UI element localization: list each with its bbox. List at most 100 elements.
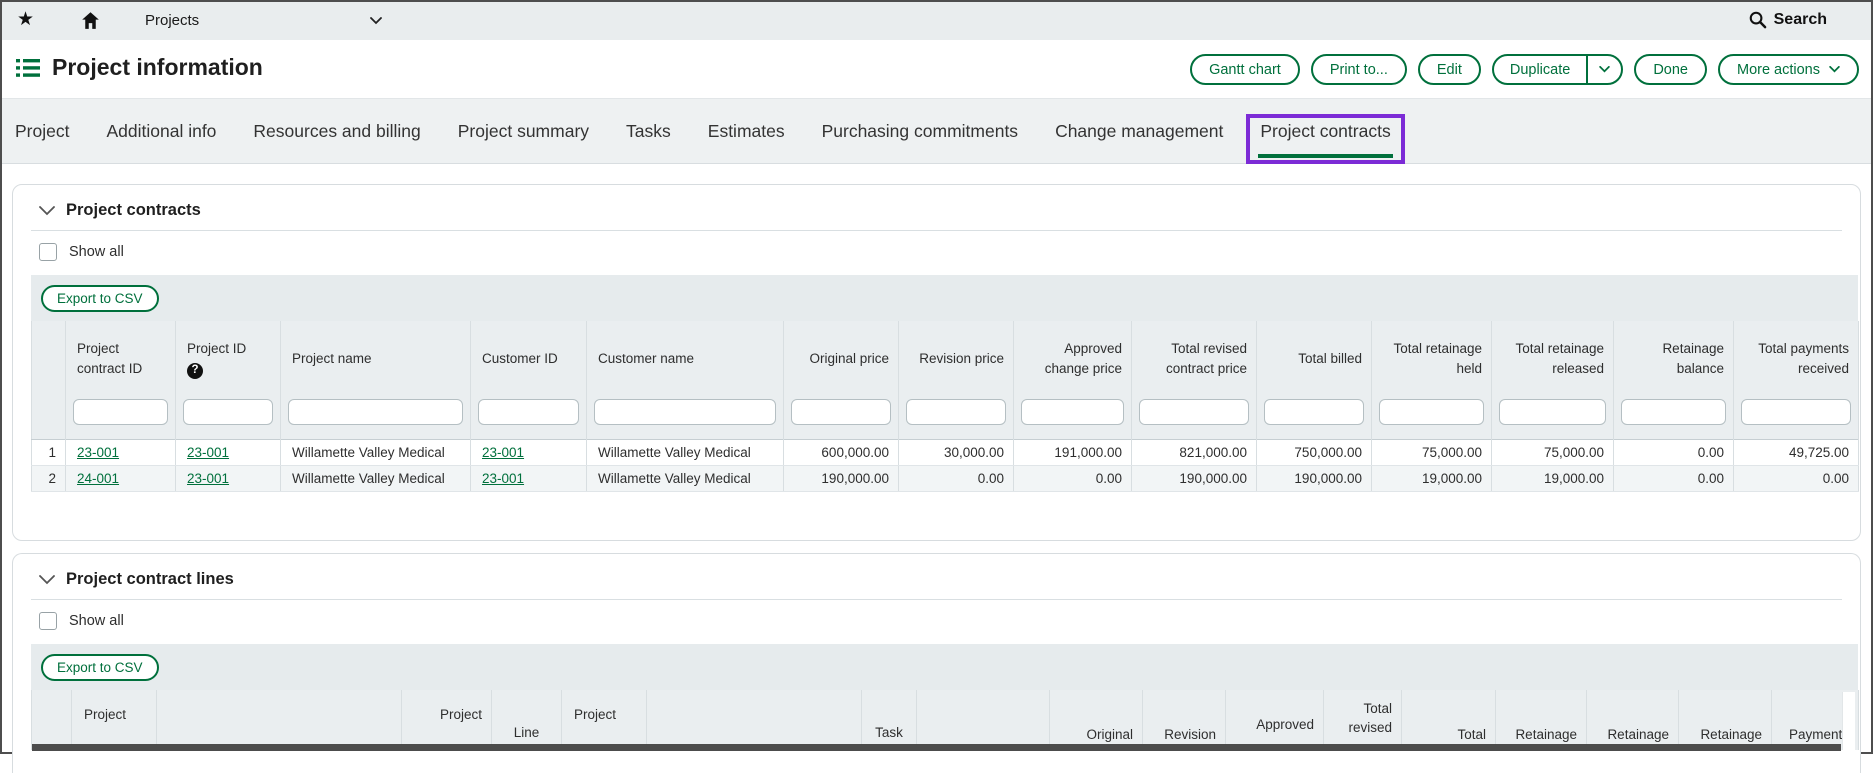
project-id-link[interactable]: 23-001 [187,471,229,486]
col-total: Total [1402,690,1496,750]
col-total-revised: Total revised [1324,690,1402,750]
section-header: Project contract lines [13,554,1860,599]
col-revision-price: Revision price [899,321,1014,440]
column-filter-input[interactable] [1379,399,1484,425]
retainage-balance-cell: 0.00 [1614,466,1734,492]
col-project-id: Project ID? [176,321,281,440]
chevron-down-icon[interactable] [370,17,382,25]
project-name-cell: Willamette Valley Medical [281,440,471,466]
column-filter-input[interactable] [791,399,891,425]
column-filter-input[interactable] [906,399,1006,425]
column-filter-input[interactable] [1621,399,1726,425]
global-search[interactable]: Search [1748,10,1827,29]
show-all-checkbox[interactable] [39,243,57,261]
table-row: 1 23-001 23-001 Willamette Valley Medica… [32,440,1859,466]
partial-header-row: Project Project Line Project Task Origin… [32,690,1859,750]
help-icon[interactable]: ? [187,363,203,379]
column-filter-input[interactable] [1264,399,1364,425]
total-billed-cell: 190,000.00 [1257,466,1372,492]
col-project-name: Project name [281,321,471,440]
column-filter-input[interactable] [1499,399,1606,425]
tab-project-contracts[interactable]: Project contracts [1260,99,1390,163]
row-number: 2 [32,466,66,492]
more-actions-button[interactable]: More actions [1718,54,1859,85]
project-id-link[interactable]: 23-001 [187,445,229,460]
col-retainage-3: Retainage [1679,690,1772,750]
duplicate-button-label[interactable]: Duplicate [1494,62,1586,78]
tab-project[interactable]: Project [15,99,69,163]
horizontal-scrollbar[interactable] [32,744,1841,751]
record-list-icon[interactable] [16,58,40,78]
column-filter-input[interactable] [288,399,463,425]
show-all-label: Show all [69,244,124,260]
tab-estimates[interactable]: Estimates [708,99,785,163]
row-number: 1 [32,440,66,466]
home-icon[interactable] [80,10,101,31]
module-selector-label[interactable]: Projects [145,12,199,29]
section-title: Project contracts [66,201,201,220]
col-total-retainage-held: Total retainage held [1372,321,1492,440]
row-number-header [32,321,66,440]
col-project: Project [402,690,492,750]
contracts-table: Project contract ID Project ID? Project … [31,321,1859,492]
show-all-checkbox[interactable] [39,612,57,630]
customer-id-link[interactable]: 23-001 [482,445,524,460]
total-retainage-released-cell: 19,000.00 [1492,466,1614,492]
col-total-revised-contract-price: Total revised contract price [1132,321,1257,440]
export-to-csv-button[interactable]: Export to CSV [41,654,159,681]
customer-name-cell: Willamette Valley Medical [587,466,784,492]
show-all-label: Show all [69,613,124,629]
collapse-chevron-icon[interactable] [39,206,55,216]
col-customer-id: Customer ID [471,321,587,440]
approved-change-price-cell: 0.00 [1014,466,1132,492]
top-navigation-bar: ★ Projects Search [2,2,1871,40]
total-retainage-released-cell: 75,000.00 [1492,440,1614,466]
column-filter-input[interactable] [1021,399,1124,425]
column-filter-input[interactable] [73,399,168,425]
show-all-control: Show all [39,612,1842,630]
tab-purchasing-commitments[interactable]: Purchasing commitments [822,99,1018,163]
grid-toolbar: Export to CSV [31,275,1858,321]
vertical-scrollbar-track[interactable] [1842,692,1855,750]
duplicate-split-button[interactable]: Duplicate [1492,54,1623,85]
col-customer-name: Customer name [587,321,784,440]
table-row: 2 24-001 23-001 Willamette Valley Medica… [32,466,1859,492]
col-project-contract-id: Project contract ID [66,321,176,440]
column-filter-input[interactable] [478,399,579,425]
tab-additional-info[interactable]: Additional info [106,99,216,163]
col-original-price: Original price [784,321,899,440]
tab-tasks[interactable]: Tasks [626,99,671,163]
done-button[interactable]: Done [1634,54,1707,85]
divider [31,599,1842,600]
section-header: Project contracts [13,185,1860,230]
total-retainage-held-cell: 19,000.00 [1372,466,1492,492]
edit-button[interactable]: Edit [1418,54,1481,85]
column-header-row: Project contract ID Project ID? Project … [32,321,1859,440]
column-filter-input[interactable] [1139,399,1249,425]
tab-resources-and-billing[interactable]: Resources and billing [253,99,420,163]
gantt-chart-button[interactable]: Gantt chart [1190,54,1300,85]
page-header: Project information Gantt chart Print to… [2,40,1871,98]
col-blank [647,690,862,750]
tab-project-summary[interactable]: Project summary [458,99,589,163]
chevron-down-icon [1599,66,1610,73]
col-retainage-1: Retainage [1496,690,1587,750]
favorite-star-icon[interactable]: ★ [17,9,34,31]
contracts-grid: Export to CSV Project contract ID Projec… [31,275,1858,492]
customer-id-link[interactable]: 23-001 [482,471,524,486]
column-filter-input[interactable] [1741,399,1851,425]
col-project-contract: Project [72,690,157,750]
chevron-down-icon [1829,66,1840,73]
total-payments-received-cell: 0.00 [1734,466,1859,492]
column-filter-input[interactable] [594,399,776,425]
column-filter-input[interactable] [183,399,273,425]
print-to-button[interactable]: Print to... [1311,54,1407,85]
contract-lines-table: Project Project Line Project Task Origin… [31,690,1859,750]
export-to-csv-button[interactable]: Export to CSV [41,285,159,312]
collapse-chevron-icon[interactable] [39,575,55,585]
duplicate-dropdown-toggle[interactable] [1588,66,1621,73]
active-tab-underline [1258,154,1392,158]
project-contract-id-link[interactable]: 23-001 [77,445,119,460]
tab-change-management[interactable]: Change management [1055,99,1223,163]
project-contract-id-link[interactable]: 24-001 [77,471,119,486]
